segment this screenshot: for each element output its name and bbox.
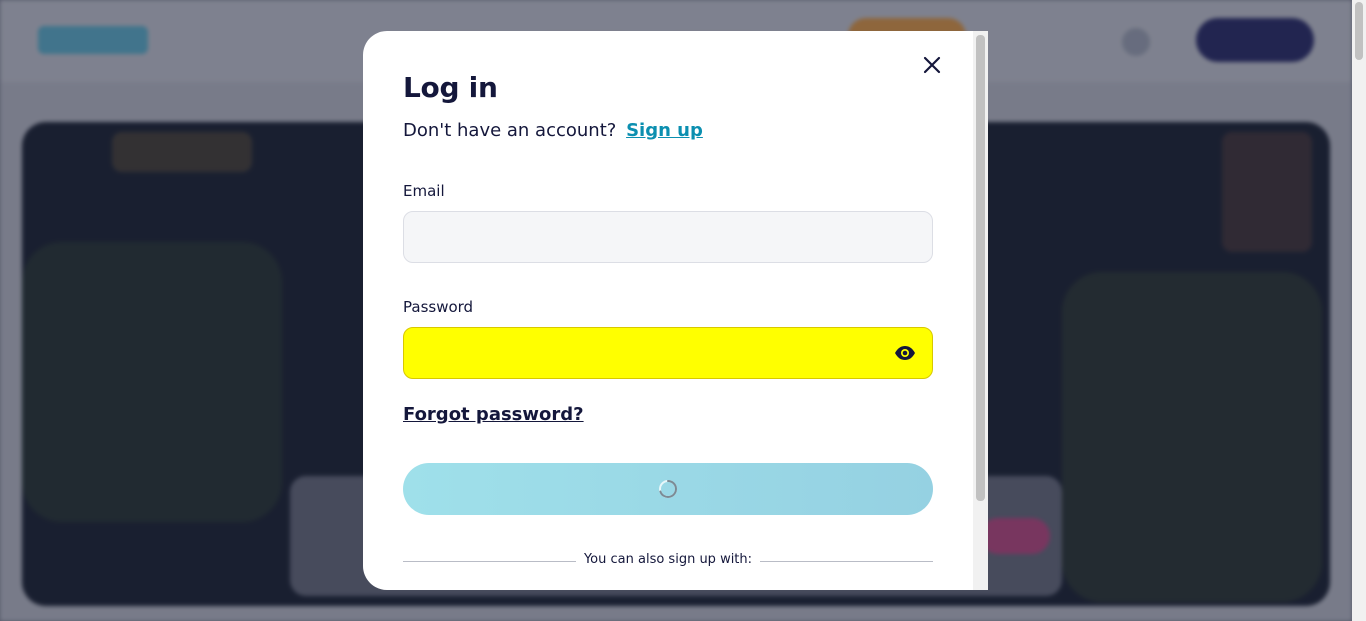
spinner-icon (659, 480, 677, 498)
email-field[interactable] (403, 211, 933, 263)
forgot-password-link[interactable]: Forgot password? (403, 404, 584, 425)
eye-icon (895, 346, 915, 360)
password-field[interactable] (403, 327, 933, 379)
alt-signup-divider: You can also sign up with: (403, 552, 933, 570)
signup-prompt-text: Don't have an account? (403, 120, 617, 141)
login-submit-button[interactable] (403, 463, 933, 515)
password-visibility-toggle[interactable] (894, 344, 916, 362)
modal-scrollbar[interactable] (973, 31, 988, 590)
signup-prompt-row: Don't have an account? Sign up (403, 120, 703, 141)
modal-scrollbar-thumb[interactable] (976, 35, 985, 501)
close-button[interactable] (918, 51, 946, 79)
close-icon (923, 56, 941, 74)
modal-title: Log in (403, 71, 498, 104)
page-scrollbar-thumb[interactable] (1355, 2, 1363, 60)
password-label: Password (403, 298, 474, 316)
email-label: Email (403, 182, 445, 200)
login-modal: Log in Don't have an account? Sign up Em… (363, 31, 988, 590)
page-scrollbar[interactable] (1352, 0, 1366, 621)
signup-link[interactable]: Sign up (626, 120, 703, 141)
alt-signup-text: You can also sign up with: (575, 552, 761, 567)
